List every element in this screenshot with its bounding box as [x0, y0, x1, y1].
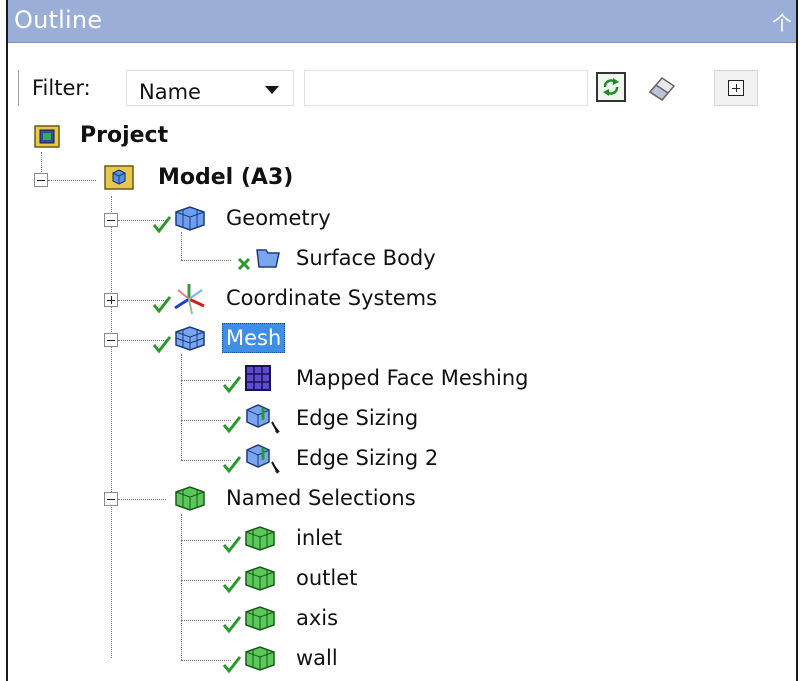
- named-selection-icon: [245, 646, 275, 671]
- tree-node-label: Mapped Face Meshing: [296, 366, 529, 390]
- edge-sizing-icon: [246, 444, 280, 474]
- tree-node-label: outlet: [296, 566, 358, 590]
- tree-node-label: Surface Body: [296, 246, 436, 270]
- check-icon: [222, 416, 242, 434]
- tree-node-label: axis: [296, 606, 339, 630]
- check-icon: [222, 456, 242, 474]
- check-icon: [152, 216, 172, 234]
- tree-node-label: Model (A3): [158, 165, 294, 190]
- named-selections-icon: [175, 486, 205, 511]
- mapped-face-meshing-icon: [245, 365, 271, 391]
- check-icon: [222, 576, 242, 594]
- tree-node-label: Geometry: [226, 206, 331, 230]
- collapse-toggle[interactable]: [104, 213, 118, 227]
- outline-panel: Outline 个 Filter: Name Project Model (A3…: [6, 0, 798, 681]
- named-selection-icon: [245, 606, 275, 631]
- check-icon: [152, 336, 172, 354]
- x-mark-icon: [237, 257, 251, 271]
- tree-node-label: Edge Sizing: [296, 406, 419, 430]
- surface-body-icon: [256, 249, 280, 268]
- tree-node-label: inlet: [296, 526, 343, 550]
- named-selection-icon: [245, 526, 275, 551]
- tree-node-label: Mesh: [222, 323, 286, 353]
- check-icon: [152, 296, 172, 314]
- collapse-toggle[interactable]: [104, 492, 118, 506]
- expand-toggle[interactable]: [104, 293, 118, 307]
- tree-node-label: Edge Sizing 2: [296, 446, 439, 470]
- tree-node-label: Coordinate Systems: [226, 286, 438, 310]
- check-icon: [222, 656, 242, 674]
- collapse-toggle[interactable]: [34, 173, 48, 187]
- check-icon: [222, 536, 242, 554]
- tree-node-label: wall: [296, 646, 338, 670]
- check-icon: [222, 376, 242, 394]
- named-selection-icon: [245, 566, 275, 591]
- tree-node-label: Project: [80, 123, 169, 148]
- check-icon: [222, 616, 242, 634]
- geometry-icon: [175, 206, 205, 231]
- tree-node-label: Named Selections: [226, 486, 416, 510]
- edge-sizing-icon: [246, 404, 280, 434]
- collapse-toggle[interactable]: [104, 333, 118, 347]
- coordinate-systems-icon: [174, 284, 205, 315]
- outline-tree: Project Model (A3) Geometry Surface Body…: [8, 0, 800, 681]
- model-icon: [104, 165, 134, 190]
- project-icon: [34, 125, 60, 148]
- mesh-icon: [175, 326, 205, 351]
